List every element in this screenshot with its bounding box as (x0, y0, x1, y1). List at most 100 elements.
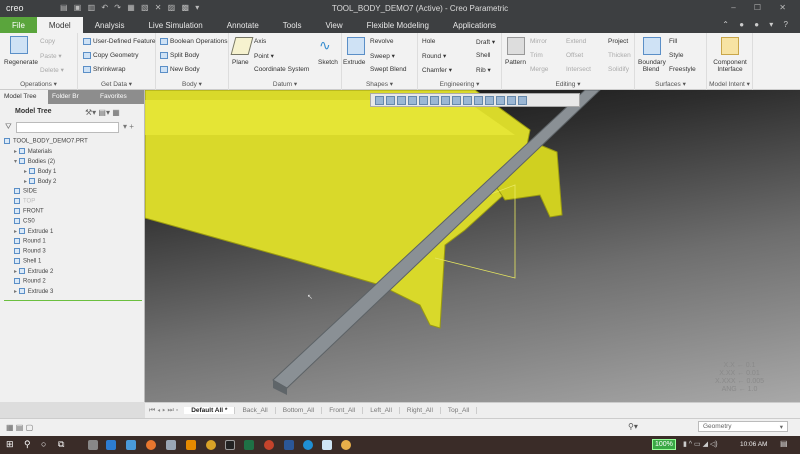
new-body-button[interactable]: New Body (160, 66, 200, 73)
creo-taskbar-icon[interactable] (322, 440, 332, 450)
hole-button[interactable]: Hole (422, 38, 435, 45)
tree-node[interactable]: FRONT (14, 208, 44, 215)
add-filter-icon[interactable]: ▾ + (123, 122, 134, 131)
battery-indicator[interactable]: 100% (652, 439, 676, 450)
style-button[interactable]: Style (669, 52, 683, 59)
operations-group-label[interactable]: Operations ▾ (0, 80, 77, 88)
tab-live-simulation[interactable]: Live Simulation (136, 17, 214, 33)
spin-center-icon[interactable] (474, 96, 483, 105)
tree-node[interactable]: ▸ Extrude 3 (14, 288, 53, 295)
tab-scroll-arrows[interactable]: ⏮ ◂ ▸ ⏭ ▫ (149, 407, 178, 415)
swept-blend-button[interactable]: Swept Blend (370, 66, 407, 73)
tab-file[interactable]: File (0, 17, 37, 33)
axis-button[interactable]: Axis (254, 38, 266, 45)
offset-button[interactable]: Offset (566, 52, 583, 59)
tab-model-tree[interactable]: Model Tree (0, 90, 48, 104)
vlc-icon[interactable] (186, 440, 196, 450)
app-icon[interactable] (88, 440, 98, 450)
mirror-button[interactable]: Mirror (530, 38, 547, 45)
view-tab-right[interactable]: Right_All (400, 407, 441, 414)
terminal-icon[interactable] (225, 440, 235, 450)
tree-node[interactable]: ▸ Extrude 2 (14, 268, 53, 275)
engineering-group-label[interactable]: Engineering ▾ (418, 80, 501, 88)
tab-favorites[interactable]: Favorites (96, 90, 144, 104)
revolve-button[interactable]: Revolve (370, 38, 393, 45)
edge-icon[interactable] (303, 440, 313, 450)
udf-button[interactable]: User-Defined Feature (83, 38, 156, 45)
pause-icon[interactable] (507, 96, 516, 105)
notifications-icon[interactable]: ▤ (780, 439, 788, 448)
tree-node[interactable]: Shell 1 (14, 258, 41, 265)
tab-view[interactable]: View (313, 17, 354, 33)
tab-analysis[interactable]: Analysis (83, 17, 137, 33)
zoom-out-icon[interactable] (397, 96, 406, 105)
help-icons[interactable]: ⌃ ● ● ▾ ? (722, 20, 792, 29)
datum-display-icon[interactable] (463, 96, 472, 105)
tree-node[interactable]: Round 3 (14, 248, 46, 255)
surfaces-group-label[interactable]: Surfaces ▾ (635, 80, 706, 88)
perspective-icon[interactable] (452, 96, 461, 105)
model-intent-group-label[interactable]: Model Intent ▾ (707, 80, 752, 88)
more-icon[interactable] (518, 96, 527, 105)
freestyle-button[interactable]: Freestyle (669, 66, 696, 73)
tree-node[interactable]: TOOL_BODY_DEMO7.PRT (4, 138, 88, 145)
component-interface-button[interactable]: Component Interface (707, 59, 753, 73)
body-group-label[interactable]: Body ▾ (156, 80, 228, 88)
tree-node[interactable]: ▸ Body 2 (24, 178, 56, 185)
split-body-button[interactable]: Split Body (160, 52, 199, 59)
get-data-group-label[interactable]: Get Data ▾ (78, 80, 155, 88)
paste-button[interactable]: Paste ▾ (40, 52, 62, 60)
extend-button[interactable]: Extend (566, 38, 586, 45)
cortana-icon[interactable]: ○ (41, 439, 46, 449)
tree-node[interactable]: SIDE (14, 188, 37, 195)
tree-node[interactable]: ▸ Materials (14, 148, 52, 155)
regenerate-button[interactable]: Regenerate (4, 59, 38, 66)
tab-folder-browser[interactable]: Folder Br (48, 90, 96, 104)
word-icon[interactable] (284, 440, 294, 450)
datum-group-label[interactable]: Datum ▾ (229, 80, 341, 88)
zoom-in-icon[interactable] (386, 96, 395, 105)
tab-annotate[interactable]: Annotate (215, 17, 271, 33)
shapes-group-label[interactable]: Shapes ▾ (342, 80, 417, 88)
extrude-button[interactable]: Extrude (343, 59, 365, 66)
find-icon[interactable]: ⚲▾ (628, 422, 638, 431)
tree-node[interactable]: Round 2 (14, 278, 46, 285)
draft-button[interactable]: Draft ▾ (476, 38, 495, 46)
tray-icons[interactable]: ▮ ^ ▭ ◢ ◁) (683, 440, 718, 448)
task-view-icon[interactable]: ⧉ (58, 439, 64, 450)
status-icons[interactable]: ▦ ▤ ▢ (6, 423, 33, 432)
copy-button[interactable]: Copy (40, 38, 55, 45)
selection-filter-dropdown[interactable]: Geometry ▾ (698, 421, 788, 432)
tree-node[interactable]: ▸ Extrude 1 (14, 228, 53, 235)
round-button[interactable]: Round ▾ (422, 52, 446, 60)
view-tab-front[interactable]: Front_All (322, 407, 364, 414)
tree-search-input[interactable] (16, 122, 119, 133)
insert-indicator[interactable] (4, 300, 142, 301)
app2-icon[interactable] (341, 440, 351, 450)
excel-icon[interactable] (244, 440, 254, 450)
fill-button[interactable]: Fill (669, 38, 677, 45)
pattern-button[interactable]: Pattern (505, 59, 526, 66)
project-button[interactable]: Project (608, 38, 628, 45)
intersect-button[interactable]: Intersect (566, 66, 591, 73)
tab-applications[interactable]: Applications (441, 17, 508, 33)
chamfer-button[interactable]: Chamfer ▾ (422, 66, 452, 74)
boundary-blend-button[interactable]: Boundary Blend (638, 59, 666, 73)
tree-node[interactable]: CS0 (14, 218, 35, 225)
editing-group-label[interactable]: Editing ▾ (502, 80, 634, 88)
coordinate-system-button[interactable]: Coordinate System (254, 66, 309, 73)
filter-icon[interactable]: ⛛ (5, 122, 12, 132)
view-tab-bottom[interactable]: Bottom_All (276, 407, 323, 414)
copy-geometry-button[interactable]: Copy Geometry (83, 52, 139, 59)
display-style-icon[interactable] (419, 96, 428, 105)
thicken-button[interactable]: Thicken (608, 52, 631, 59)
sketch-button[interactable]: Sketch (318, 59, 338, 66)
view-tab-back[interactable]: Back_All (235, 407, 276, 414)
model-view[interactable] (145, 90, 800, 402)
annotation-display-icon[interactable] (485, 96, 494, 105)
view-tab-top[interactable]: Top_All (441, 407, 478, 414)
firefox-icon[interactable] (146, 440, 156, 450)
view-tab-default-all[interactable]: Default All * (184, 407, 236, 414)
tab-tools[interactable]: Tools (271, 17, 314, 33)
tab-model[interactable]: Model (36, 17, 83, 33)
